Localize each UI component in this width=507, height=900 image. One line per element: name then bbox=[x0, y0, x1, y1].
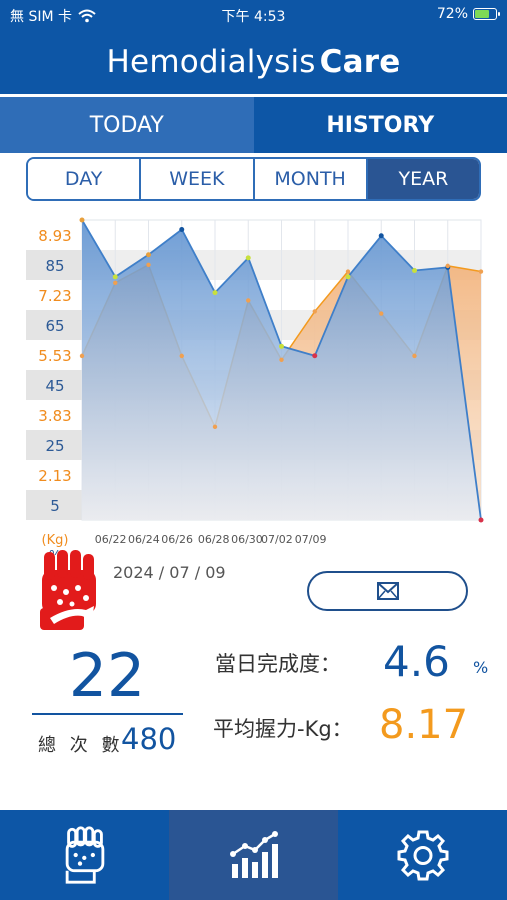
y-tick-label: 85 bbox=[45, 257, 64, 275]
range-week[interactable]: WEEK bbox=[141, 159, 255, 199]
status-bar: 無 SIM 卡 下午 4:53 72% bbox=[0, 0, 507, 30]
x-tick-label: 07/02 bbox=[261, 533, 293, 546]
grip-kg-point bbox=[445, 263, 450, 269]
average-grip-label: 平均握力-Kg： bbox=[213, 717, 353, 741]
nav-history-chart[interactable] bbox=[169, 810, 338, 900]
y-tick-label: 65 bbox=[45, 317, 64, 335]
mail-icon bbox=[376, 582, 399, 600]
completion-point bbox=[212, 290, 218, 296]
summary-date: 2024 / 07 / 09 bbox=[113, 563, 226, 582]
grip-kg-point bbox=[478, 269, 484, 274]
main-tabs: TODAY HISTORY bbox=[0, 97, 507, 153]
email-report-button[interactable] bbox=[307, 571, 468, 611]
completion-point bbox=[112, 274, 118, 280]
completion-point bbox=[312, 353, 318, 359]
status-right: 72% bbox=[436, 6, 500, 22]
grip-kg-point bbox=[379, 311, 384, 316]
grip-kg-point bbox=[246, 298, 251, 303]
completion-point bbox=[245, 255, 251, 261]
range-year[interactable]: YEAR bbox=[367, 159, 479, 199]
battery-charging-icon bbox=[473, 8, 500, 20]
battery-percent: 72% bbox=[436, 6, 468, 22]
completion-point bbox=[412, 268, 417, 274]
completion-point bbox=[378, 233, 384, 239]
nav-exercise[interactable] bbox=[0, 810, 169, 900]
app-title-bold: Care bbox=[319, 44, 401, 80]
y-tick-label: 8.93 bbox=[38, 227, 71, 245]
x-tick-label: 06/28 bbox=[198, 533, 230, 546]
fist-icon bbox=[65, 826, 104, 884]
y-tick-label: 45 bbox=[45, 377, 64, 395]
range-segmented-control: DAY WEEK MONTH YEAR bbox=[26, 157, 481, 201]
completion-point bbox=[146, 252, 151, 258]
completion-point bbox=[279, 343, 284, 349]
completion-unit: % bbox=[473, 658, 489, 677]
gear-icon bbox=[397, 830, 448, 881]
completion-point bbox=[345, 274, 351, 280]
range-day[interactable]: DAY bbox=[28, 159, 142, 199]
y-tick-label: 2.13 bbox=[38, 467, 71, 485]
grip-kg-point bbox=[179, 353, 184, 359]
history-chart: 8.93 85 7.23 65 5.53 45 3.83 25 2.13 5 06/22 06/24 0… bbox=[0, 210, 507, 555]
app-title: Hemodialysis Care bbox=[0, 44, 507, 80]
average-grip-value: 8.17 bbox=[379, 702, 469, 748]
history-chart-svg: 8.93857.23655.53453.83252.13506/22 06/24 0… bbox=[26, 217, 484, 555]
grip-kg-point bbox=[146, 262, 151, 268]
grip-kg-point bbox=[79, 353, 85, 359]
completion-point bbox=[79, 217, 85, 223]
total-count-label: 總 次 數 bbox=[38, 735, 124, 756]
grip-kg-point bbox=[113, 280, 118, 286]
x-tick-label: 06/22 bbox=[95, 533, 127, 546]
total-count-value: 480 bbox=[121, 722, 177, 756]
y-tick-label: 5 bbox=[50, 497, 60, 515]
daily-count: 22 bbox=[68, 641, 146, 711]
count-underline bbox=[32, 713, 183, 715]
grip-kg-point bbox=[345, 269, 351, 274]
chart-icon bbox=[229, 831, 278, 878]
tab-history[interactable]: HISTORY bbox=[253, 97, 507, 153]
bottom-nav bbox=[0, 810, 507, 900]
completion-point bbox=[478, 517, 484, 523]
x-tick-label: 06/26 bbox=[161, 533, 193, 546]
x-tick-label: 06/24 bbox=[128, 533, 160, 546]
x-tick-label: 06/30 bbox=[231, 533, 263, 546]
grip-kg-point bbox=[412, 353, 417, 359]
app-title-regular: Hemodialysis bbox=[106, 44, 316, 80]
y-tick-label: 5.53 bbox=[38, 347, 71, 365]
completion-point bbox=[179, 226, 185, 232]
completion-value: 4.6 bbox=[383, 637, 450, 686]
tab-today[interactable]: TODAY bbox=[0, 97, 254, 153]
fist-icon bbox=[40, 550, 96, 630]
range-month[interactable]: MONTH bbox=[254, 159, 368, 199]
x-tick-label: 07/09 bbox=[295, 533, 327, 546]
y-tick-label: 25 bbox=[45, 437, 64, 455]
grip-kg-point bbox=[312, 309, 317, 314]
battery-fill bbox=[475, 10, 489, 18]
status-time: 下午 4:53 bbox=[221, 9, 286, 25]
y-tick-label: 3.83 bbox=[38, 407, 71, 425]
completion-label: 當日完成度： bbox=[215, 652, 341, 676]
y-tick-label: 7.23 bbox=[38, 287, 71, 305]
y-unit-kg: (Kg) bbox=[42, 533, 69, 548]
app-header: Hemodialysis Care bbox=[0, 30, 507, 94]
grip-kg-point bbox=[279, 357, 284, 362]
grip-kg-point bbox=[212, 424, 218, 430]
nav-settings[interactable] bbox=[338, 810, 507, 900]
